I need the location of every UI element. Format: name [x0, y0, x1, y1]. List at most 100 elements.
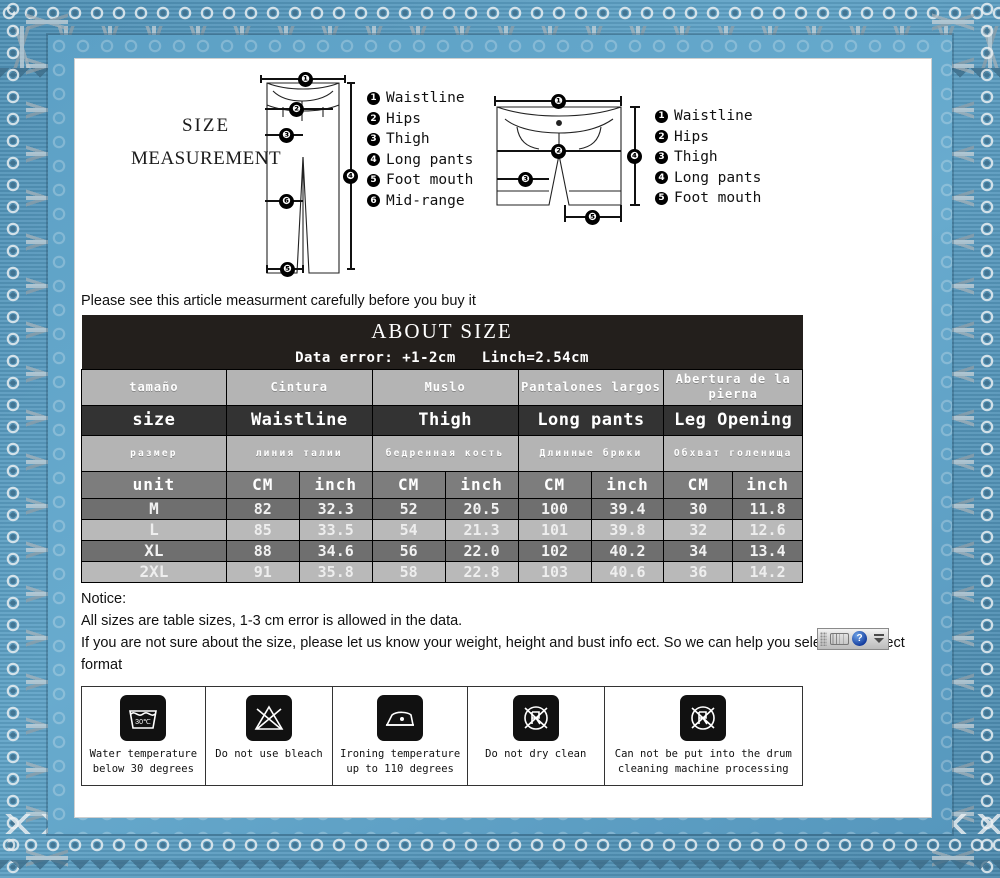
cell-value: 103 — [517, 560, 592, 583]
minimize-icon[interactable] — [874, 634, 884, 636]
legend-item: 2 Hips — [655, 127, 761, 148]
wash-30-icon: 30℃ — [120, 694, 167, 741]
data-error-text: Data error: +1-2cm — [295, 349, 456, 366]
cell-value: 58 — [371, 560, 446, 583]
legend-label: Thigh — [674, 149, 718, 165]
callout-2: ❷ — [551, 144, 566, 159]
legend-label: Mid-range — [386, 192, 465, 209]
legend-number: 5 — [367, 173, 380, 187]
cell-value: 40.2 — [590, 539, 665, 562]
care-label: Do not dry clean — [485, 747, 587, 760]
legend-label: Waistline — [674, 108, 753, 124]
legend-label: Long pants — [674, 169, 762, 186]
callout-4: ❹ — [627, 149, 642, 164]
care-label: Ironing temperature up to 110 degrees — [340, 747, 461, 775]
header-es-waistline: Cintura — [225, 368, 373, 406]
header-en-long-pants: Long pants — [517, 404, 665, 436]
border-zigzag-bottom — [0, 860, 1000, 878]
legend-number: 3 — [367, 132, 380, 146]
notice-line-2: If you are not sure about the size, plea… — [81, 634, 905, 673]
cell-value: 14.2 — [732, 560, 803, 583]
notice-line-1: All sizes are table sizes, 1-3 cm error … — [81, 612, 463, 629]
notice-block: Notice: All sizes are table sizes, 1-3 c… — [75, 583, 931, 676]
unit-length-inch: inch — [590, 470, 665, 499]
callout-3: ❸ — [279, 128, 294, 143]
table-unit-row: unit CM inch CM inch CM inch CM inch — [81, 470, 803, 499]
callout-2: ❷ — [289, 102, 304, 117]
cell-value: 91 — [225, 560, 300, 583]
border-motif-bottom — [0, 832, 1000, 858]
drag-handle-icon[interactable] — [820, 631, 827, 646]
cell-size: L — [81, 518, 227, 541]
legend-item: 1 Waistline — [367, 88, 473, 109]
callout-1: ❶ — [298, 72, 313, 87]
legend-number: 1 — [367, 91, 380, 105]
legend-label: Thigh — [386, 131, 430, 147]
shorts-diagram: ❶ ❷ ❸ ❹ ❺ — [487, 79, 657, 259]
legend-item: 5 Foot mouth — [367, 170, 473, 191]
table-header-russian: размер линия талии бедренная кость Длинн… — [81, 434, 803, 472]
table-subbanner: Data error: +1-2cm Linch=2.54cm — [81, 347, 803, 369]
header-en-leg-opening: Leg Opening — [663, 404, 803, 436]
size-chart-card: SIZE MEASUREMENT ❶ ❷ ❸ ❹ ❻ ❺ ❶ ❷ ❸ ❹ ❺ 1… — [74, 58, 932, 818]
table-row: 2XL 91 35.8 58 22.8 103 40.6 36 14.2 — [81, 560, 803, 583]
unit-legopening-cm: CM — [663, 470, 734, 499]
unit-thigh-inch: inch — [444, 470, 519, 499]
cell-size: XL — [81, 539, 227, 562]
shorts-svg — [494, 96, 640, 222]
border-motif-right — [974, 0, 1000, 878]
cell-value: 34 — [663, 539, 734, 562]
cell-value: 40.6 — [590, 560, 665, 583]
header-en-size: size — [81, 404, 227, 436]
header-ru-leg-opening: Обхват голенища — [663, 434, 803, 472]
cell-value: 39.8 — [590, 518, 665, 541]
svg-text:30℃: 30℃ — [136, 719, 152, 726]
legend-item: 2 Hips — [367, 109, 473, 130]
no-tumble-dry-icon — [680, 694, 727, 741]
legend-number: 5 — [655, 191, 668, 205]
cell-value: 13.4 — [732, 539, 803, 562]
legend-number: 6 — [367, 194, 380, 208]
legend-item: 4 Long pants — [367, 150, 473, 171]
cell-value: 21.3 — [444, 518, 519, 541]
table-header-english: size Waistline Thigh Long pants Leg Open… — [81, 404, 803, 436]
help-icon[interactable]: ? — [852, 631, 867, 646]
care-item-dry-clean: Do not dry clean — [468, 686, 605, 785]
iron-icon — [377, 694, 424, 741]
legend-item: 1 Waistline — [655, 106, 761, 127]
cell-value: 85 — [225, 518, 300, 541]
cell-size: M — [81, 497, 227, 520]
header-ru-long-pants: Длинные брюки — [517, 434, 665, 472]
ime-controls[interactable] — [874, 634, 886, 643]
legend-label: Waistline — [386, 90, 465, 106]
chevron-down-icon[interactable] — [874, 638, 884, 643]
callout-6: ❻ — [279, 194, 294, 209]
cell-value: 82 — [225, 497, 300, 520]
unit-legopening-inch: inch — [732, 470, 803, 499]
cell-value: 33.5 — [298, 518, 373, 541]
callout-5: ❺ — [585, 210, 600, 225]
cell-value: 52 — [371, 497, 446, 520]
legend-long-pants: 1 Waistline 2 Hips 3 Thigh 4 Long pants 5 Foo… — [367, 88, 473, 211]
care-instructions: 30℃ Water temperature below 30 degrees D… — [81, 685, 803, 786]
size-table: ABOUT SIZE Data error: +1-2cm Linch=2.54c… — [81, 315, 803, 583]
header-es-thigh: Muslo — [371, 368, 519, 406]
notice-title: Notice: — [81, 590, 127, 607]
unit-thigh-cm: CM — [371, 470, 446, 499]
keyboard-icon[interactable] — [830, 632, 849, 645]
legend-item: 3 Thigh — [367, 129, 473, 150]
table-header-spanish: tamaño Cintura Muslo Pantalones largos A… — [81, 368, 803, 406]
header-es-long-pants: Pantalones largos — [517, 368, 665, 406]
legend-number: 4 — [655, 171, 668, 185]
cell-value: 101 — [517, 518, 592, 541]
legend-number: 4 — [367, 153, 380, 167]
cell-value: 102 — [517, 539, 592, 562]
ime-language-bar[interactable]: ? — [817, 627, 889, 650]
legend-number: 2 — [655, 130, 668, 144]
care-item-iron: Ironing temperature up to 110 degrees — [333, 686, 468, 785]
decorative-frame: SIZE MEASUREMENT ❶ ❷ ❸ ❹ ❻ ❺ ❶ ❷ ❸ ❹ ❺ 1… — [0, 0, 1000, 878]
cell-value: 12.6 — [732, 518, 803, 541]
care-item-bleach: Do not use bleach — [206, 686, 334, 785]
cell-value: 22.8 — [444, 560, 519, 583]
callout-4: ❹ — [343, 169, 358, 184]
